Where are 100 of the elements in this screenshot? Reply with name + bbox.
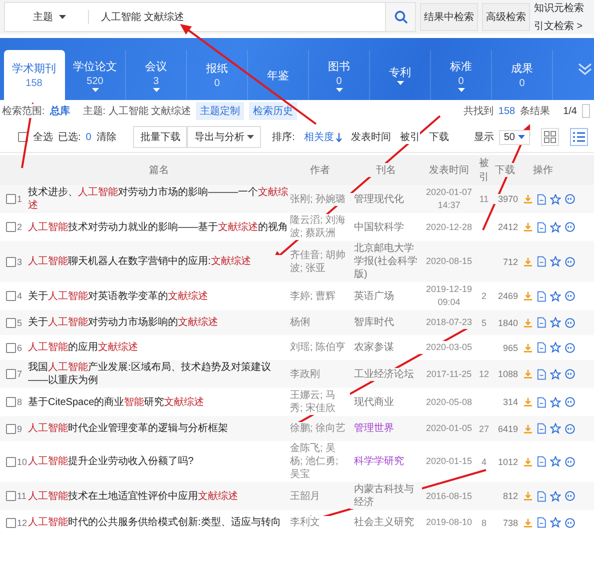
star-icon[interactable] (550, 222, 561, 232)
download-icon[interactable] (523, 222, 533, 232)
star-icon[interactable] (550, 490, 561, 502)
download-icon[interactable] (523, 318, 533, 328)
filter-button[interactable]: 检索历史 (249, 102, 298, 120)
row-checkbox[interactable] (6, 424, 16, 434)
quote-icon[interactable] (565, 518, 575, 528)
citation-count: 27 (476, 424, 492, 434)
document-icon[interactable] (537, 342, 546, 353)
quote-icon[interactable] (565, 491, 575, 501)
search-link[interactable]: 知识元检索 (534, 1, 584, 15)
author-cell[interactable]: 王娜云; 马秀; 宋佳欣 (290, 389, 350, 415)
sort-label: 排序: (272, 130, 295, 144)
download-icon[interactable] (523, 369, 533, 379)
document-icon[interactable] (537, 423, 546, 434)
article-title-link[interactable]: 技术进步、人工智能对劳动力市场的影响———一个文献综述 (28, 186, 290, 212)
row-number: 3 (17, 256, 22, 266)
search-field[interactable]: 主题 人工智能 文献综述 (4, 2, 416, 32)
quote-icon[interactable] (565, 194, 575, 204)
star-icon[interactable] (550, 256, 561, 267)
star-icon[interactable] (550, 317, 561, 328)
quote-icon[interactable] (565, 222, 575, 232)
toolbar-button[interactable]: 导出与分析 (187, 126, 262, 148)
sort-option[interactable]: 下载 (428, 130, 449, 144)
row-checkbox[interactable] (6, 256, 16, 266)
caret-icon (247, 135, 254, 139)
row-checkbox[interactable] (6, 456, 16, 466)
star-icon[interactable] (550, 396, 561, 408)
download-icon[interactable] (523, 397, 533, 407)
database-tab[interactable]: 学术期刊 158 (4, 50, 65, 100)
quote-icon[interactable] (565, 318, 575, 328)
author-cell[interactable]: 张刚; 孙婉璐 (290, 192, 350, 206)
star-icon[interactable] (550, 368, 561, 380)
sort-option[interactable]: 发表时间 (350, 130, 391, 144)
row-number: 5 (17, 318, 22, 328)
row-checkbox[interactable] (6, 194, 16, 204)
row-number: 11 (17, 491, 26, 501)
star-icon[interactable] (550, 342, 561, 353)
quote-icon[interactable] (565, 397, 575, 407)
clear-link[interactable]: 清除 (96, 130, 116, 144)
document-icon[interactable] (537, 290, 546, 302)
quote-icon[interactable] (565, 256, 575, 266)
expand-icon[interactable] (578, 62, 592, 76)
download-icon[interactable] (523, 342, 533, 352)
quote-icon[interactable] (565, 369, 575, 379)
list-view-button[interactable] (570, 128, 588, 146)
document-icon[interactable] (537, 517, 546, 528)
row-checkbox[interactable] (6, 518, 16, 528)
quote-icon[interactable] (565, 291, 575, 301)
star-icon[interactable] (550, 456, 561, 467)
selected-count: 0 (86, 132, 92, 142)
document-icon[interactable] (537, 256, 546, 267)
caret-icon (59, 15, 66, 19)
document-icon[interactable] (537, 368, 546, 380)
document-icon[interactable] (537, 396, 546, 408)
download-icon[interactable] (523, 424, 533, 434)
search-option-button[interactable]: 结果中检索 (420, 3, 478, 31)
row-checkbox[interactable] (6, 318, 16, 328)
field-type-dropdown[interactable]: 主题 (5, 10, 53, 24)
sort-option[interactable]: 相关度 (304, 130, 342, 144)
row-number: 4 (17, 291, 22, 301)
result-count-prefix: 共找到 (463, 104, 494, 118)
star-icon[interactable] (550, 517, 561, 528)
download-icon[interactable] (523, 456, 533, 466)
search-option-button[interactable]: 高级检索 (482, 3, 530, 31)
row-checkbox[interactable] (6, 491, 16, 501)
document-icon[interactable] (537, 456, 546, 467)
download-icon[interactable] (523, 291, 533, 301)
scope-link[interactable]: 总库 (50, 104, 70, 118)
row-checkbox[interactable] (6, 291, 16, 301)
search-link[interactable]: 引文检索 > (534, 19, 584, 33)
scope-label: 检索范围: (2, 104, 45, 118)
download-icon[interactable] (523, 518, 533, 528)
row-checkbox[interactable] (6, 342, 16, 352)
download-icon[interactable] (523, 256, 533, 266)
quote-icon[interactable] (565, 342, 575, 352)
document-icon[interactable] (537, 490, 546, 502)
quote-icon[interactable] (565, 424, 575, 434)
filter-button[interactable]: 主题定制 (196, 102, 244, 120)
row-checkbox[interactable] (6, 222, 16, 232)
download-icon[interactable] (523, 194, 533, 204)
journal-link[interactable]: 内蒙古科技与经济 (350, 483, 422, 509)
sort-option[interactable]: 被引 (400, 130, 420, 144)
quote-icon[interactable] (565, 456, 575, 466)
row-checkbox[interactable] (6, 369, 16, 379)
row-checkbox[interactable] (6, 397, 16, 407)
star-icon[interactable] (550, 194, 561, 204)
row-number: 7 (17, 369, 22, 379)
search-button[interactable] (385, 3, 415, 31)
document-icon[interactable] (537, 222, 546, 232)
star-icon[interactable] (550, 290, 561, 302)
article-title-link[interactable]: 人工智能时代企业管理变革的逻辑与分析框架 (28, 422, 290, 435)
download-icon[interactable] (523, 491, 533, 501)
star-icon[interactable] (550, 423, 561, 434)
page-size-dropdown[interactable]: 50 (498, 130, 530, 144)
document-icon[interactable] (537, 194, 546, 204)
document-icon[interactable] (537, 317, 546, 328)
grid-view-button[interactable] (541, 128, 559, 146)
row-number: 8 (17, 397, 22, 407)
toolbar-button[interactable]: 批量下载 (133, 126, 188, 148)
